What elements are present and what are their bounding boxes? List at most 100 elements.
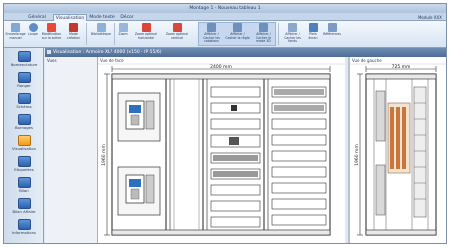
ruler-icon bbox=[11, 23, 20, 32]
modular-device bbox=[229, 137, 239, 145]
zoom-horizontal-icon bbox=[141, 23, 151, 32]
cabinet-bottom-rail bbox=[111, 229, 331, 236]
side-breaker bbox=[375, 90, 386, 142]
breaker-accessory bbox=[145, 174, 155, 204]
fullscreen-icon bbox=[308, 23, 318, 32]
side-modular-column bbox=[413, 86, 427, 218]
module-label: Module XXX bbox=[417, 15, 442, 20]
front-view-panel[interactable]: Vue de face 2400 mm 1960 mm bbox=[98, 57, 345, 243]
schema-icon bbox=[17, 93, 31, 104]
cabinet-top-rail bbox=[111, 73, 331, 80]
nav-item-ranger[interactable]: Ranger bbox=[4, 71, 44, 91]
view-header-title: Visualisation : Armoire XL³ 4000 (x150 -… bbox=[53, 50, 162, 55]
front-height-dimension: 1960 mm bbox=[101, 144, 107, 166]
nav-item-bilan-affaire[interactable]: Bilan Affaire bbox=[4, 197, 44, 217]
zoom-icon bbox=[118, 23, 128, 32]
breaker-accessory bbox=[145, 100, 155, 130]
ribbon-button-encombrage[interactable]: Encombrage manuel bbox=[5, 23, 26, 45]
breaker-handle bbox=[130, 114, 140, 126]
front-view-title: Vue de face bbox=[100, 58, 124, 63]
list-icon bbox=[17, 51, 31, 62]
modular-row bbox=[271, 182, 327, 194]
left-width-dimension: 725 mm bbox=[392, 64, 411, 70]
library-icon bbox=[96, 23, 106, 32]
left-height-dimension: 1960 mm bbox=[354, 144, 360, 166]
nav-item-bornages[interactable]: Bornages bbox=[4, 113, 44, 133]
modular-device-strip bbox=[274, 89, 324, 95]
busbar-bar bbox=[390, 107, 394, 169]
modular-row bbox=[210, 118, 261, 130]
background-icon bbox=[288, 23, 297, 32]
ribbon-button-modification[interactable]: Modification sur la scène bbox=[41, 23, 62, 45]
busbar-bar bbox=[402, 107, 406, 169]
zoom-vertical-icon bbox=[172, 23, 182, 32]
side-bottom-rail bbox=[365, 229, 437, 236]
front-view-drawing: Vue de face 2400 mm 1960 mm bbox=[98, 58, 345, 236]
modular-row bbox=[271, 118, 327, 130]
cabinet-icon bbox=[17, 72, 31, 83]
ribbon-tabs: Général Visualisation Mode texte Décor M… bbox=[4, 13, 446, 21]
nav-item-etiquettes[interactable]: Etiquettes bbox=[4, 155, 44, 175]
ribbon-button-loupe[interactable]: Loupe bbox=[26, 23, 40, 45]
breaker-handle bbox=[130, 188, 140, 200]
ribbon-button-zoom-vertical[interactable]: Zoom optimal vertical bbox=[162, 23, 192, 45]
label-icon bbox=[17, 156, 31, 167]
tab-general[interactable]: Général bbox=[22, 14, 52, 21]
nav-item-informations[interactable]: Informations bbox=[4, 218, 44, 238]
info-icon bbox=[17, 219, 31, 230]
modular-row bbox=[271, 134, 327, 146]
ribbon-button-plein-ecran[interactable]: Plein écran bbox=[306, 23, 320, 45]
left-view-drawing: Vue de gauche 725 mm 1960 mm bbox=[350, 58, 446, 236]
modular-row bbox=[271, 150, 327, 162]
ribbon-button-zoom[interactable]: Zoom bbox=[116, 23, 130, 45]
nav-item-schema[interactable]: Schéma bbox=[4, 92, 44, 112]
modular-device bbox=[231, 105, 237, 111]
modular-row bbox=[271, 198, 327, 210]
ribbon-button-references[interactable]: Références bbox=[321, 23, 343, 45]
ribbon-button-fonds[interactable]: Afficher / Cacher les fonds bbox=[280, 23, 305, 45]
left-view-panel[interactable]: Vue de gauche 725 mm 1960 mm bbox=[348, 57, 446, 243]
modular-row bbox=[210, 86, 261, 98]
view-menu-icon[interactable] bbox=[47, 50, 51, 54]
window-title: Montage 1 - Nouveau tableau 1 bbox=[189, 6, 261, 11]
title-bar: Montage 1 - Nouveau tableau 1 bbox=[4, 4, 446, 20]
ribbon-button-regle[interactable]: Afficher / Cacher la règle bbox=[225, 23, 250, 45]
ribbon-button-mode-creation[interactable]: Mode création bbox=[63, 23, 84, 45]
left-navigation: Nomenclature Ranger Schéma Bornages Visu… bbox=[4, 48, 44, 243]
references-icon bbox=[327, 23, 337, 32]
window-controls bbox=[420, 5, 444, 20]
tab-decor[interactable]: Décor bbox=[117, 14, 137, 21]
application-window: Montage 1 - Nouveau tableau 1 Général Vi… bbox=[3, 3, 447, 244]
tab-visualisation[interactable]: Visualisation bbox=[53, 14, 87, 21]
ribbon-button-3d[interactable]: Afficher / Cacher le mode 3D bbox=[251, 23, 276, 45]
report-folder-icon bbox=[17, 198, 31, 209]
views-panel-title: Vues bbox=[47, 58, 57, 63]
modular-row bbox=[271, 166, 327, 178]
ribbon: Encombrage manuel Loupe Modification sur… bbox=[4, 21, 446, 48]
ruler-show-icon bbox=[233, 23, 242, 32]
pencil-icon bbox=[69, 23, 78, 32]
ribbon-separator bbox=[278, 23, 279, 45]
nav-item-bilan[interactable]: Bilan bbox=[4, 176, 44, 196]
ribbon-separator bbox=[114, 23, 115, 45]
modular-row bbox=[210, 200, 261, 212]
nav-item-nomenclature[interactable]: Nomenclature bbox=[4, 50, 44, 70]
modular-device-strip bbox=[213, 171, 258, 177]
terminal-icon bbox=[17, 114, 31, 125]
report-icon bbox=[17, 177, 31, 188]
left-view-title: Vue de gauche bbox=[352, 58, 382, 63]
ribbon-button-bibliotheque[interactable]: Bibliothèque bbox=[89, 23, 113, 45]
wand-icon bbox=[47, 23, 56, 32]
views-panel: Vues bbox=[45, 57, 98, 243]
ribbon-button-zoom-horizontal[interactable]: Zoom optimal horizontal bbox=[131, 23, 161, 45]
ribbon-button-cotations[interactable]: Afficher / Cacher les cotations bbox=[199, 23, 224, 45]
tab-mode-texte[interactable]: Mode texte bbox=[88, 14, 116, 21]
dimensions-icon bbox=[207, 23, 216, 32]
modular-row bbox=[210, 216, 261, 228]
eye-icon bbox=[17, 135, 31, 146]
nav-item-visualisation[interactable]: Visualisation bbox=[4, 134, 44, 154]
front-width-dimension: 2400 mm bbox=[210, 64, 232, 70]
magnifier-icon bbox=[28, 23, 38, 32]
breaker-display bbox=[129, 105, 141, 113]
side-top-rail bbox=[365, 73, 437, 80]
